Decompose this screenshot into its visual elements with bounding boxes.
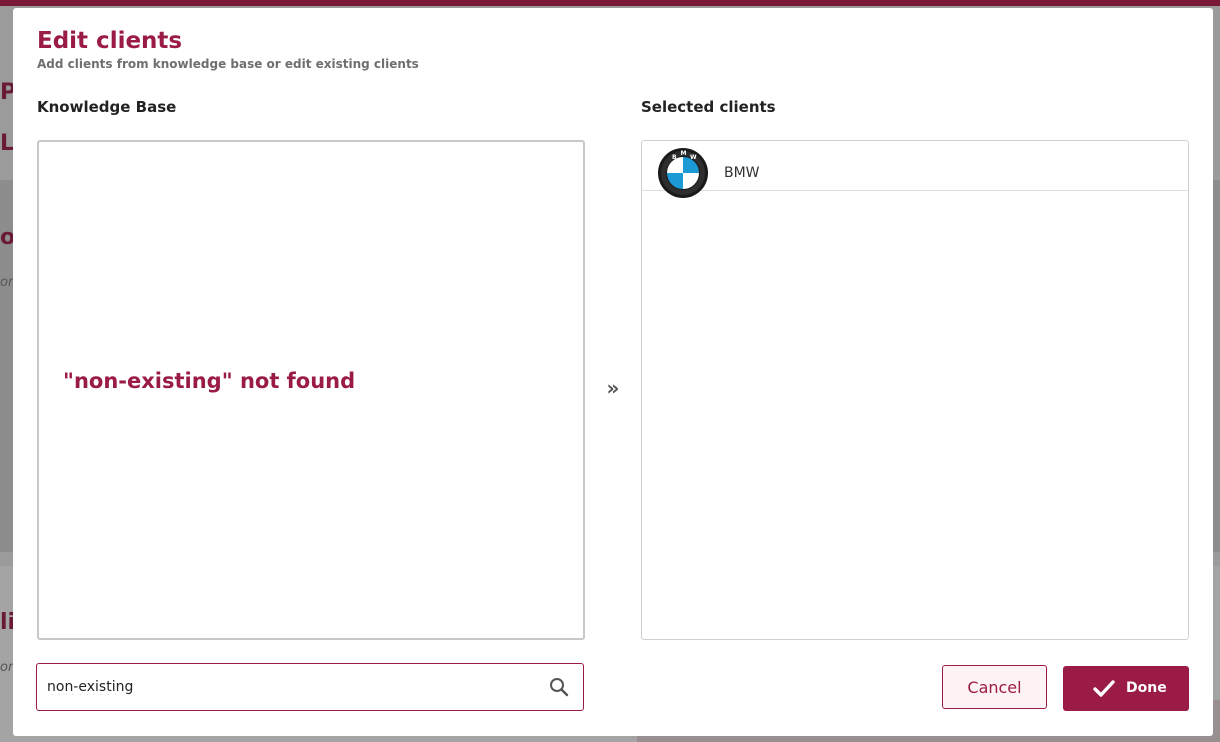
search-icon[interactable] — [549, 677, 569, 697]
not-found-message: "non-existing" not found — [63, 369, 356, 393]
svg-text:M: M — [681, 150, 687, 157]
cancel-button[interactable]: Cancel — [942, 665, 1047, 709]
edit-clients-modal: Edit clients Add clients from knowledge … — [13, 8, 1213, 736]
search-field[interactable] — [36, 663, 584, 711]
modal-subtitle: Add clients from knowledge base or edit … — [37, 57, 419, 71]
svg-text:B: B — [672, 154, 677, 161]
check-icon — [1093, 680, 1115, 697]
selected-clients-label: Selected clients — [641, 98, 776, 116]
background-top-bar — [0, 0, 1220, 6]
done-button[interactable]: Done — [1063, 666, 1189, 711]
double-chevron-right-icon[interactable]: » — [605, 376, 621, 400]
list-item[interactable]: B M W BMW — [642, 141, 1188, 198]
modal-title: Edit clients — [37, 28, 183, 54]
knowledge-base-label: Knowledge Base — [37, 98, 177, 116]
selected-clients-list: B M W BMW — [641, 140, 1189, 640]
bmw-logo: B M W — [658, 148, 708, 198]
client-name: BMW — [724, 165, 760, 181]
knowledge-base-results[interactable]: "non-existing" not found — [37, 140, 585, 640]
search-input[interactable] — [47, 674, 527, 700]
done-button-label: Done — [1126, 680, 1167, 696]
svg-text:W: W — [690, 154, 697, 161]
